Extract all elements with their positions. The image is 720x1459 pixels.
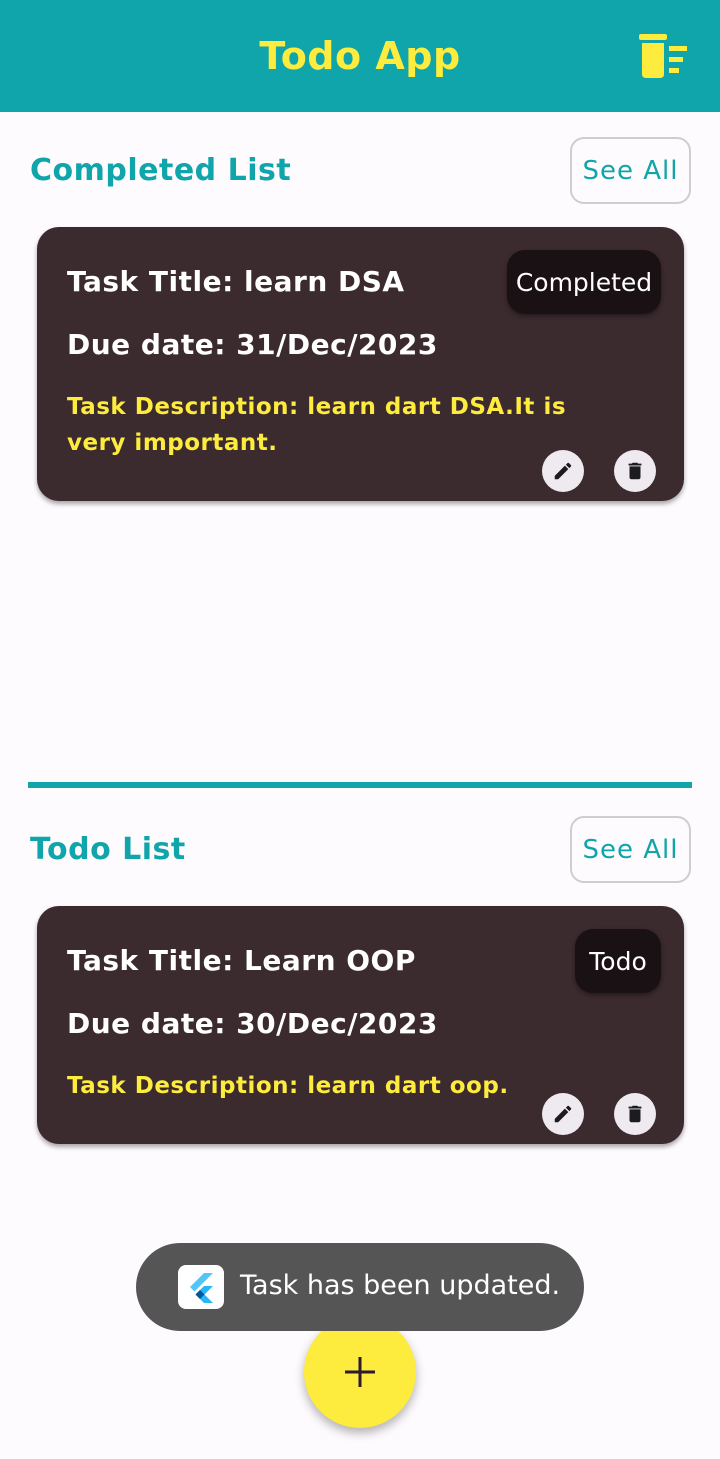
flutter-logo-icon [178,1265,224,1309]
delete-sweep-icon[interactable] [636,31,690,80]
task-card[interactable]: Task Title: learn DSA Completed Due date… [37,227,684,501]
status-badge: Todo [575,929,661,993]
task-description: Task Description: learn dart DSA.It is v… [67,394,567,456]
section-divider [28,782,692,788]
todo-list-title: Todo List [30,832,186,867]
task-card[interactable]: Task Title: Learn OOP Todo Due date: 30/… [37,906,684,1144]
edit-button[interactable] [542,450,584,492]
toast-message: Task has been updated. [136,1243,584,1331]
task-description: Task Description: learn dart oop. [67,1073,509,1099]
completed-see-all-button[interactable]: See All [570,137,691,204]
add-task-button[interactable] [304,1316,416,1428]
app-title: Todo App [259,34,461,78]
pencil-icon [554,462,572,480]
task-title: Task Title: Learn OOP [67,944,416,977]
task-due-date: Due date: 31/Dec/2023 [67,328,438,361]
task-title: Task Title: learn DSA [67,265,405,298]
completed-list-title: Completed List [30,153,292,188]
todo-see-all-button[interactable]: See All [570,816,691,883]
app-screen: Todo App Completed List See All Task Tit… [0,0,720,1459]
delete-button[interactable] [614,1093,656,1135]
task-due-date: Due date: 30/Dec/2023 [67,1007,438,1040]
edit-button[interactable] [542,1093,584,1135]
trash-icon [628,1105,642,1123]
trash-icon [628,462,642,480]
status-badge: Completed [507,250,661,314]
toast-text: Task has been updated. [240,1270,561,1301]
add-icon [345,1357,375,1387]
delete-button[interactable] [614,450,656,492]
pencil-icon [554,1105,572,1123]
app-bar: Todo App [0,0,720,112]
